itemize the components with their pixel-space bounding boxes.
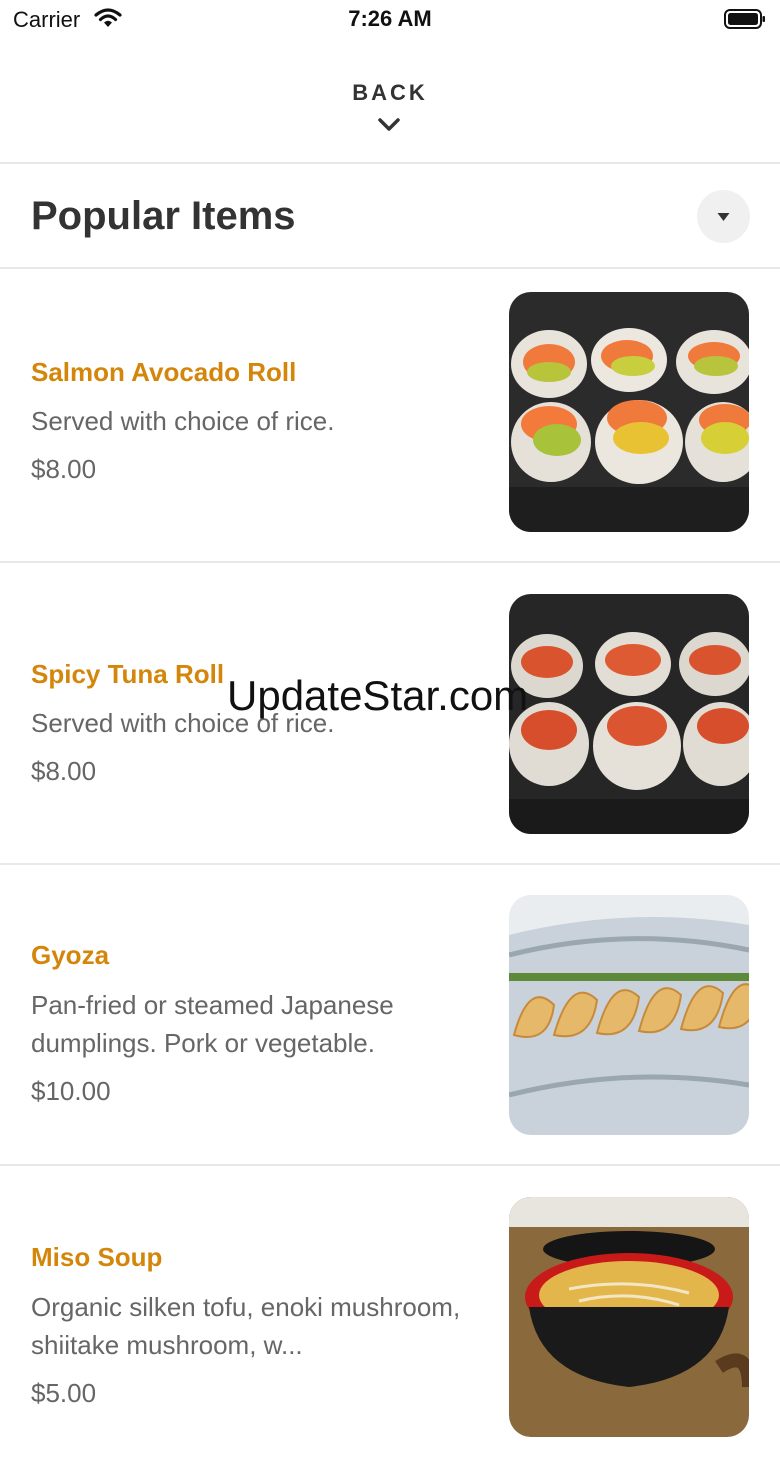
back-button[interactable]: BACK: [0, 40, 780, 163]
salmon-avocado-roll-photo: [509, 292, 749, 532]
item-divider: [0, 561, 780, 563]
item-description: Pan-fried or steamed Japanese dumplings.…: [31, 990, 394, 1058]
spicy-tuna-roll-photo: [509, 594, 749, 834]
item-name: Salmon Avocado Roll: [31, 357, 297, 387]
item-price: $10.00: [31, 1076, 111, 1106]
status-time: 7:26 AM: [348, 6, 432, 31]
section-dropdown-button[interactable]: [697, 190, 750, 243]
item-description: Organic silken tofu, enoki mushroom, shi…: [31, 1292, 461, 1360]
item-name: Miso Soup: [31, 1242, 163, 1272]
caret-down-icon: [717, 213, 730, 221]
watermark: UpdateStar.com: [227, 672, 529, 719]
menu-item-gyoza[interactable]: Gyoza Pan-fried or steamed Japanese dump…: [0, 873, 780, 1173]
item-divider: [0, 863, 780, 865]
menu-item-salmon-avocado-roll[interactable]: Salmon Avocado Roll Served with choice o…: [0, 270, 780, 570]
item-divider: [0, 1164, 780, 1166]
menu-item-miso-soup[interactable]: Miso Soup Organic silken tofu, enoki mus…: [0, 1175, 780, 1475]
status-bar: Carrier 7:26 AM: [0, 0, 780, 40]
section-divider: [0, 267, 780, 269]
miso-soup-photo: [509, 1197, 749, 1437]
item-description: Served with choice of rice.: [31, 406, 335, 436]
battery-icon: [724, 9, 765, 29]
back-label: BACK: [352, 80, 428, 105]
menu-item-spicy-tuna-roll[interactable]: Spicy Tuna Roll Served with choice of ri…: [0, 572, 780, 872]
gyoza-photo: [509, 895, 749, 1135]
item-price: $8.00: [31, 756, 97, 786]
item-price: $8.00: [31, 454, 97, 484]
header-divider: [0, 162, 780, 164]
section-title: Popular Items: [31, 194, 296, 238]
chevron-down-icon: [378, 118, 400, 131]
item-price: $5.00: [31, 1378, 97, 1408]
item-name: Gyoza: [31, 940, 110, 970]
item-name: Spicy Tuna Roll: [31, 659, 225, 689]
